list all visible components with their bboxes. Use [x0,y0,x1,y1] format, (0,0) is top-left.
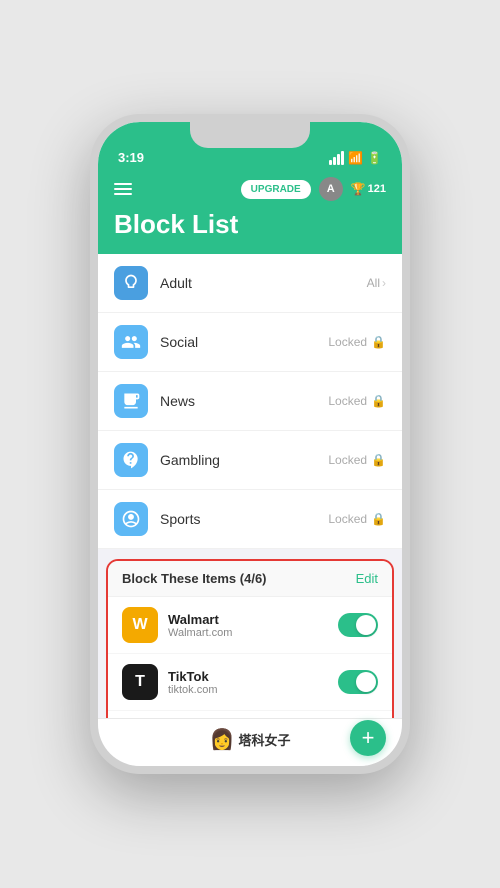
category-adult[interactable]: Adult All › [98,254,402,313]
fab-button[interactable]: + [350,720,386,756]
adult-status: All › [367,276,386,290]
adult-label: Adult [160,275,367,291]
notch [190,122,310,148]
sports-label: Sports [160,511,328,527]
category-sports[interactable]: Sports Locked 🔒 [98,490,402,549]
watermark: 👩 塔科女子 [210,727,291,752]
news-status: Locked 🔒 [328,394,386,408]
hamburger-menu[interactable] [114,183,132,195]
block-item-walmart: W Walmart Walmart.com [108,597,392,654]
sports-status: Locked 🔒 [328,512,386,526]
edit-button[interactable]: Edit [356,571,378,586]
gambling-icon [114,443,148,477]
sports-lock-icon: 🔒 [371,512,386,526]
watermark-text: 塔科女子 [238,730,290,749]
walmart-icon: W [122,607,158,643]
battery-icon: 🔋 [367,151,382,165]
header-top: UPGRADE A 🏆 121 [114,177,386,201]
app-header: UPGRADE A 🏆 121 Block List [98,171,402,254]
walmart-url: Walmart.com [168,627,338,639]
news-lock-icon: 🔒 [371,394,386,408]
social-icon [114,325,148,359]
phone-frame: 3:19 📶 🔋 UPGRADE A [90,114,410,774]
heart-icon: 🏆 [351,182,366,196]
status-time: 3:19 [118,150,144,165]
block-item-tiktok: T TikTok tiktok.com [108,654,392,711]
lock-icon: 🔒 [371,335,386,349]
social-label: Social [160,334,328,350]
gambling-label: Gambling [160,452,328,468]
page-title: Block List [114,209,386,240]
status-icons: 📶 🔋 [329,151,382,165]
tiktok-toggle[interactable] [338,670,378,694]
score-value: 121 [368,183,386,195]
header-right: UPGRADE A 🏆 121 [241,177,386,201]
category-list: Adult All › Social Locked 🔒 [98,254,402,549]
signal-icon [329,151,344,165]
walmart-info: Walmart Walmart.com [168,612,338,639]
news-label: News [160,393,328,409]
upgrade-button[interactable]: UPGRADE [241,180,311,199]
walmart-toggle[interactable] [338,613,378,637]
heart-score: 🏆 121 [351,182,386,196]
social-status: Locked 🔒 [328,335,386,349]
block-section-header: Block These Items (4/6) Edit [108,561,392,597]
gambling-status: Locked 🔒 [328,453,386,467]
avatar[interactable]: A [319,177,343,201]
block-section-title: Block These Items (4/6) [122,571,267,586]
content-area: Adult All › Social Locked 🔒 [98,254,402,718]
sports-icon [114,502,148,536]
tiktok-name: TikTok [168,669,338,684]
phone-screen: 3:19 📶 🔋 UPGRADE A [98,122,402,766]
adult-icon [114,266,148,300]
gambling-lock-icon: 🔒 [371,453,386,467]
watermark-icon: 👩 [210,727,235,752]
tiktok-icon: T [122,664,158,700]
news-icon [114,384,148,418]
category-social[interactable]: Social Locked 🔒 [98,313,402,372]
tiktok-info: TikTok tiktok.com [168,669,338,696]
block-section: Block These Items (4/6) Edit W Walmart W… [106,559,394,718]
bottom-bar: 👩 塔科女子 + [98,718,402,766]
wifi-icon: 📶 [348,151,363,165]
block-item-facebook: F Facebook facebook.com [108,711,392,718]
tiktok-url: tiktok.com [168,684,338,696]
chevron-icon: › [382,276,386,290]
walmart-name: Walmart [168,612,338,627]
category-news[interactable]: News Locked 🔒 [98,372,402,431]
category-gambling[interactable]: Gambling Locked 🔒 [98,431,402,490]
